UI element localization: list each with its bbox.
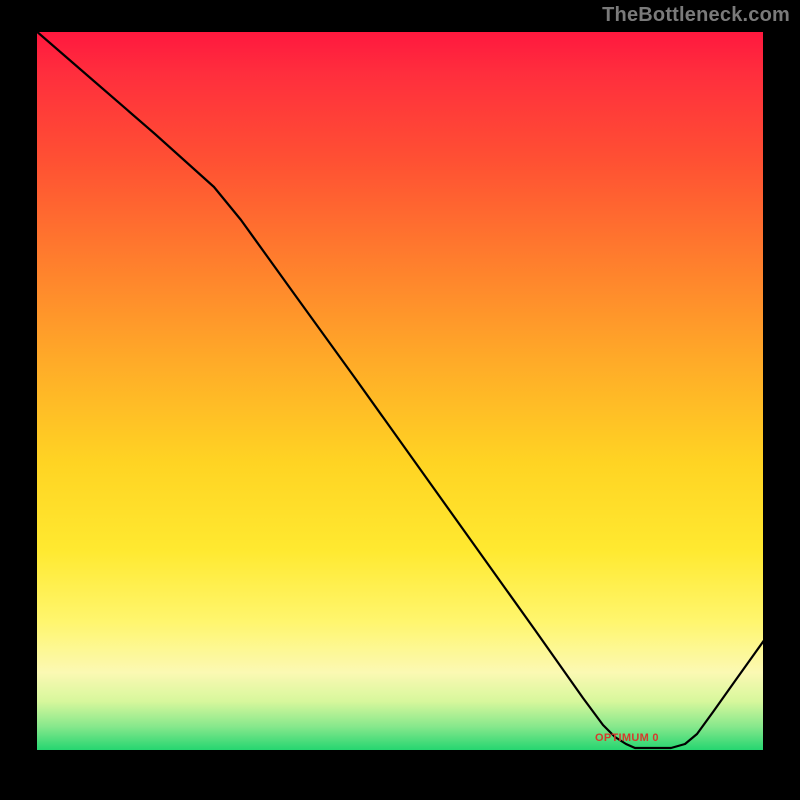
optimum-label: OPTIMUM 0 [595,732,659,744]
curve-path [35,30,765,748]
plot-area: OPTIMUM 0 [35,30,765,752]
attribution-text: TheBottleneck.com [602,4,790,27]
bottleneck-curve [35,30,765,752]
chart-stage: TheBottleneck.com OPTIMUM 0 [0,0,800,800]
